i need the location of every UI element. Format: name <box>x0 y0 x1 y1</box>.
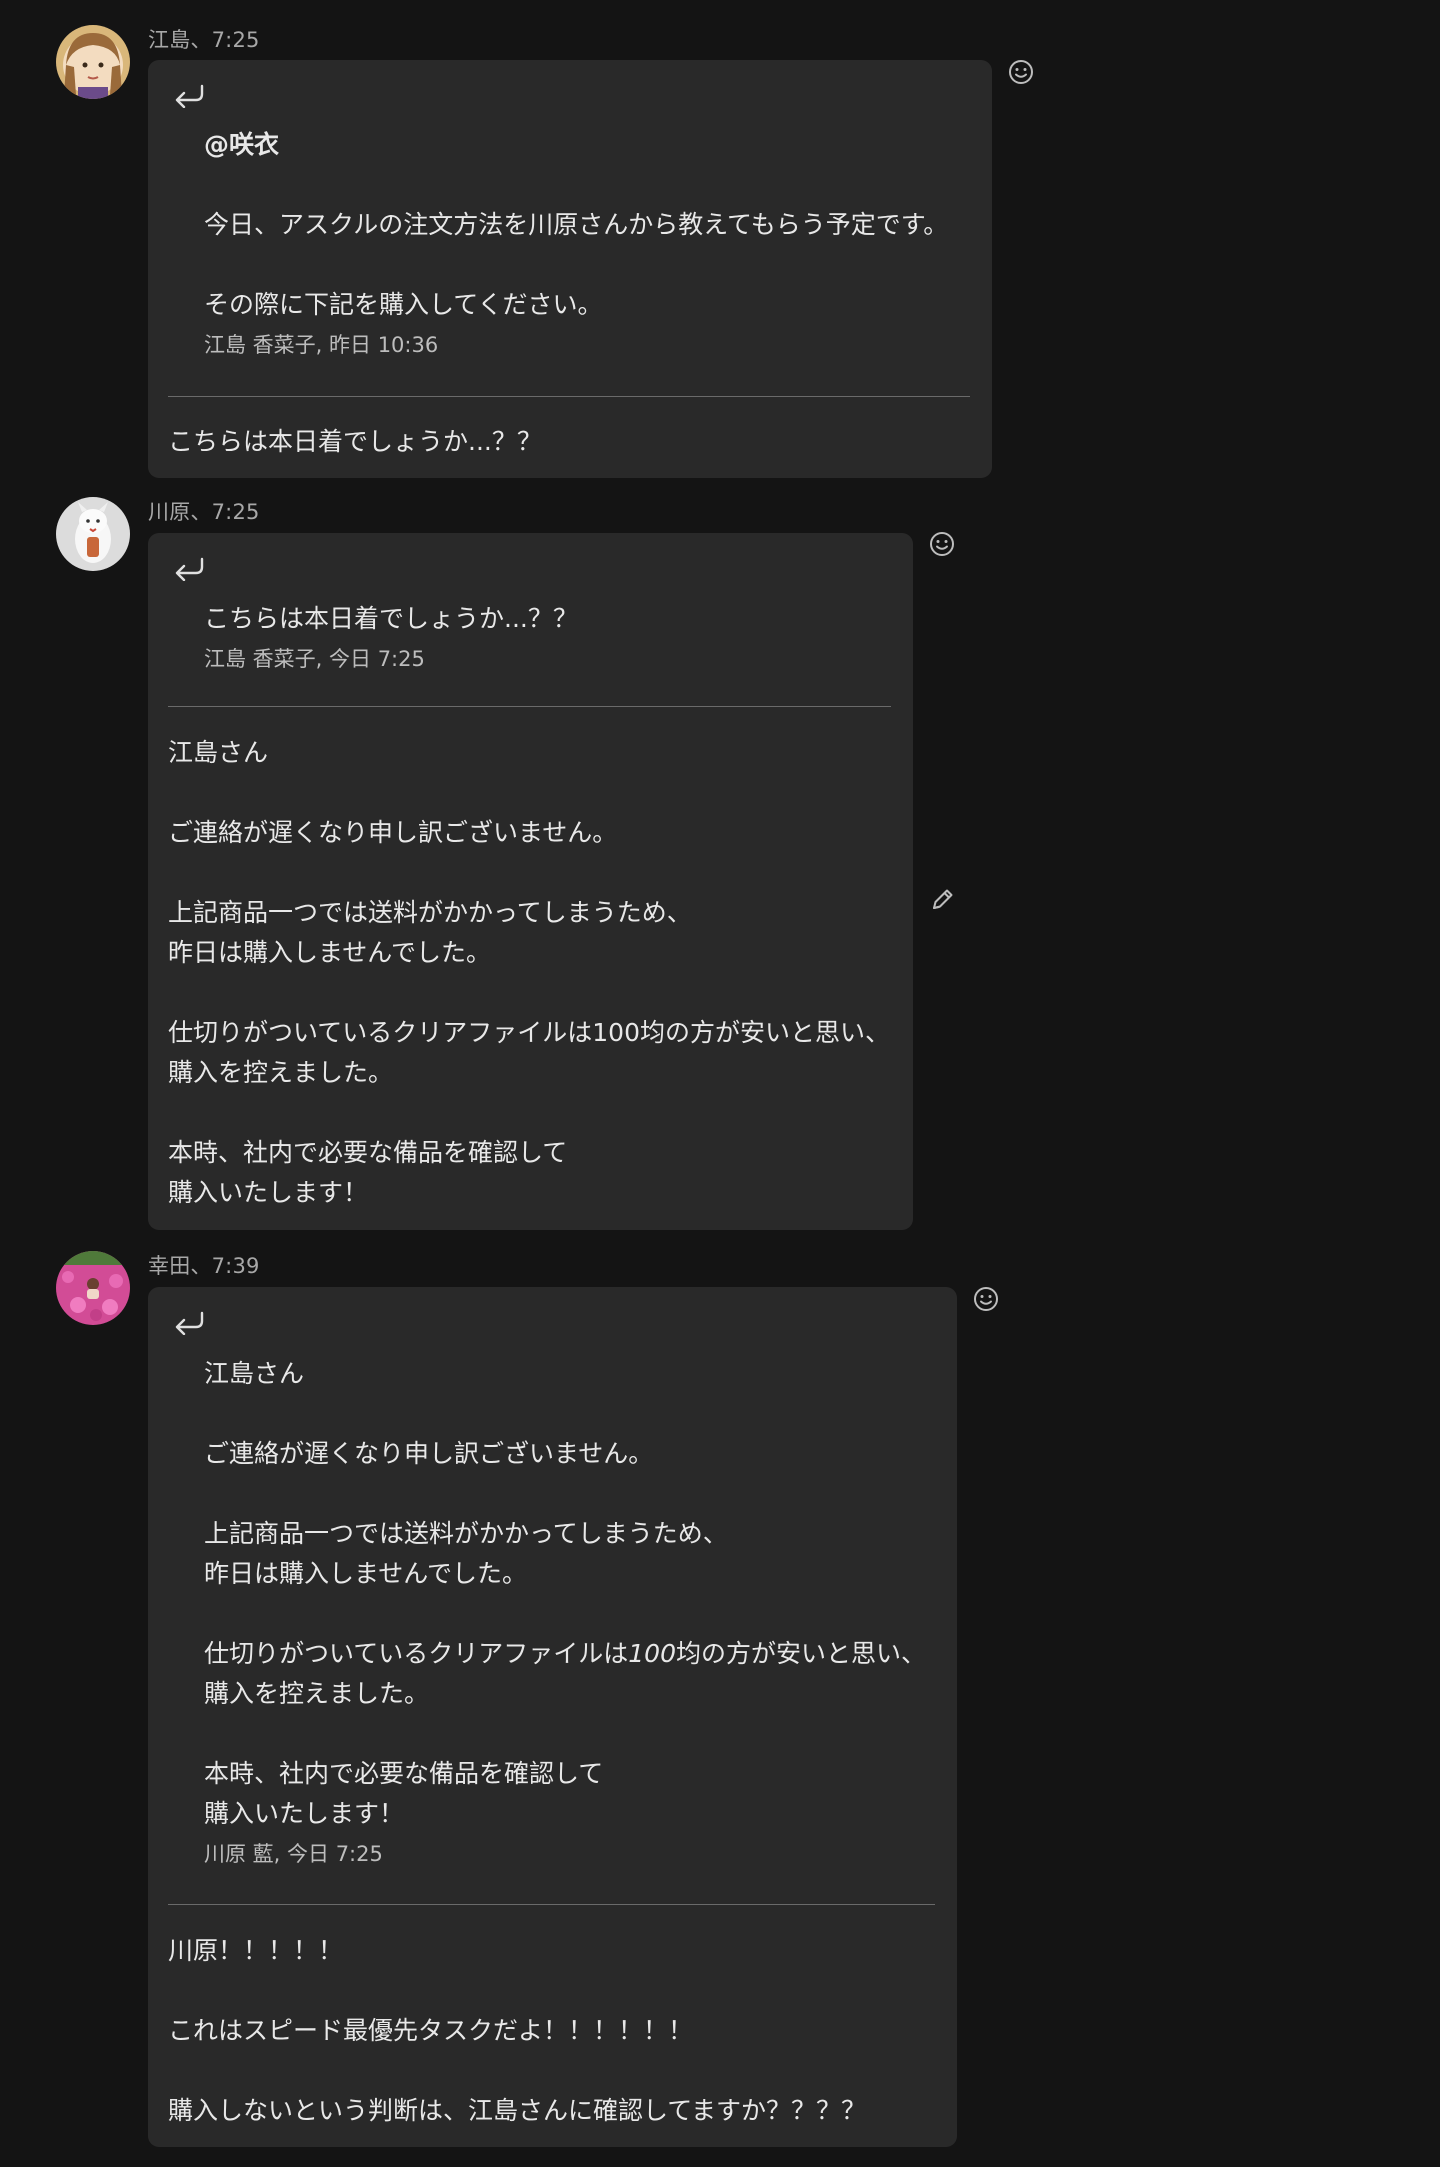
message-bubble[interactable]: こちらは本日着でしょうか...？？ 江島 香菜子, 今日 7:25 江島さん ご… <box>148 533 913 1230</box>
smiley-icon[interactable] <box>972 1285 1000 1313</box>
message-line: 購入を控えました。 <box>168 1058 394 1087</box>
message-body: こちらは本日着でしょうか...？？ <box>168 422 972 462</box>
message-line: 本時、社内で必要な備品を確認して <box>168 1138 568 1167</box>
message-time: 7:25 <box>211 28 260 52</box>
message-line: 仕切りがついているクリアファイルは100均の方が安いと思い、 <box>168 1018 890 1047</box>
quote-author: 川原 藍, 今日 7:25 <box>204 1842 383 1866</box>
avatar-ejima[interactable] <box>56 25 130 99</box>
message-line: 昨日は購入しませんでした。 <box>168 938 492 967</box>
message-bubble[interactable]: @咲衣 今日、アスクルの注文方法を川原さんから教えてもらう予定です。 その際に下… <box>148 60 992 478</box>
quote-line: その際に下記を購入してください。 <box>204 290 603 319</box>
quote-author: 江島 香菜子, 昨日 10:36 <box>204 333 439 357</box>
quote-line: 仕切りがついているクリアファイルは100均の方が安いと思い、 <box>204 1639 926 1668</box>
message-line: ご連絡が遅くなり申し訳ございません。 <box>168 818 618 847</box>
message-meta: 江島、7:25 <box>148 28 260 52</box>
quote-line: 今日、アスクルの注文方法を川原さんから教えてもらう予定です。 <box>204 210 949 239</box>
smiley-icon[interactable] <box>1007 58 1035 86</box>
quote-line: 昨日は購入しませんでした。 <box>204 1559 528 1588</box>
pencil-icon[interactable] <box>928 886 956 914</box>
message-time: 7:25 <box>211 500 260 524</box>
quoted-message: 江島さん ご連絡が遅くなり申し訳ございません。 上記商品一つでは送料がかかってし… <box>204 1354 933 1868</box>
quote-divider <box>168 1904 935 1905</box>
message-meta: 幸田、7:39 <box>148 1254 260 1278</box>
message-line: 購入いたします！ <box>168 1178 369 1207</box>
message-body: 江島さん ご連絡が遅くなり申し訳ございません。 上記商品一つでは送料がかかってし… <box>168 733 893 1213</box>
smiley-icon[interactable] <box>928 530 956 558</box>
message-body: 川原！！！！！ これはスピード最優先タスクだよ！！！！！！ 購入しないという判断… <box>168 1931 937 2131</box>
message-line: 購入しないという判断は、江島さんに確認してますか？？？？ <box>168 2096 867 2125</box>
reply-arrow-icon <box>175 1311 204 1335</box>
quote-line: @咲衣 <box>204 130 280 159</box>
quoted-message: こちらは本日着でしょうか...？？ 江島 香菜子, 今日 7:25 <box>204 599 889 673</box>
sender-name: 川原 <box>148 500 191 524</box>
sender-name: 幸田 <box>148 1254 191 1278</box>
quote-divider <box>168 396 970 397</box>
avatar-kawahara[interactable] <box>56 497 130 571</box>
reply-arrow-icon <box>175 84 204 108</box>
message-line: 上記商品一つでは送料がかかってしまうため、 <box>168 898 692 927</box>
message-meta: 川原、7:25 <box>148 500 260 524</box>
sender-name: 江島 <box>148 28 191 52</box>
quote-line: ご連絡が遅くなり申し訳ございません。 <box>204 1439 654 1468</box>
avatar-koda[interactable] <box>56 1251 130 1325</box>
quote-line: 上記商品一つでは送料がかかってしまうため、 <box>204 1519 728 1548</box>
message-bubble[interactable]: 江島さん ご連絡が遅くなり申し訳ございません。 上記商品一つでは送料がかかってし… <box>148 1287 957 2147</box>
message-time: 7:39 <box>211 1254 260 1278</box>
quoted-message: @咲衣 今日、アスクルの注文方法を川原さんから教えてもらう予定です。 その際に下… <box>204 125 968 359</box>
quote-line: こちらは本日着でしょうか...？？ <box>204 604 578 633</box>
message-line: これはスピード最優先タスクだよ！！！！！！ <box>168 2016 694 2045</box>
message-line: 江島さん <box>168 738 269 767</box>
message-line: 川原！！！！！ <box>168 1936 344 1965</box>
message-line: こちらは本日着でしょうか...？？ <box>168 427 542 456</box>
quote-divider <box>168 706 891 707</box>
quote-line: 江島さん <box>204 1359 305 1388</box>
quote-line: 購入を控えました。 <box>204 1679 430 1708</box>
quote-line: 本時、社内で必要な備品を確認して <box>204 1759 604 1788</box>
quote-author: 江島 香菜子, 今日 7:25 <box>204 647 425 671</box>
quote-line: 購入いたします！ <box>204 1799 405 1828</box>
reply-arrow-icon <box>175 557 204 581</box>
